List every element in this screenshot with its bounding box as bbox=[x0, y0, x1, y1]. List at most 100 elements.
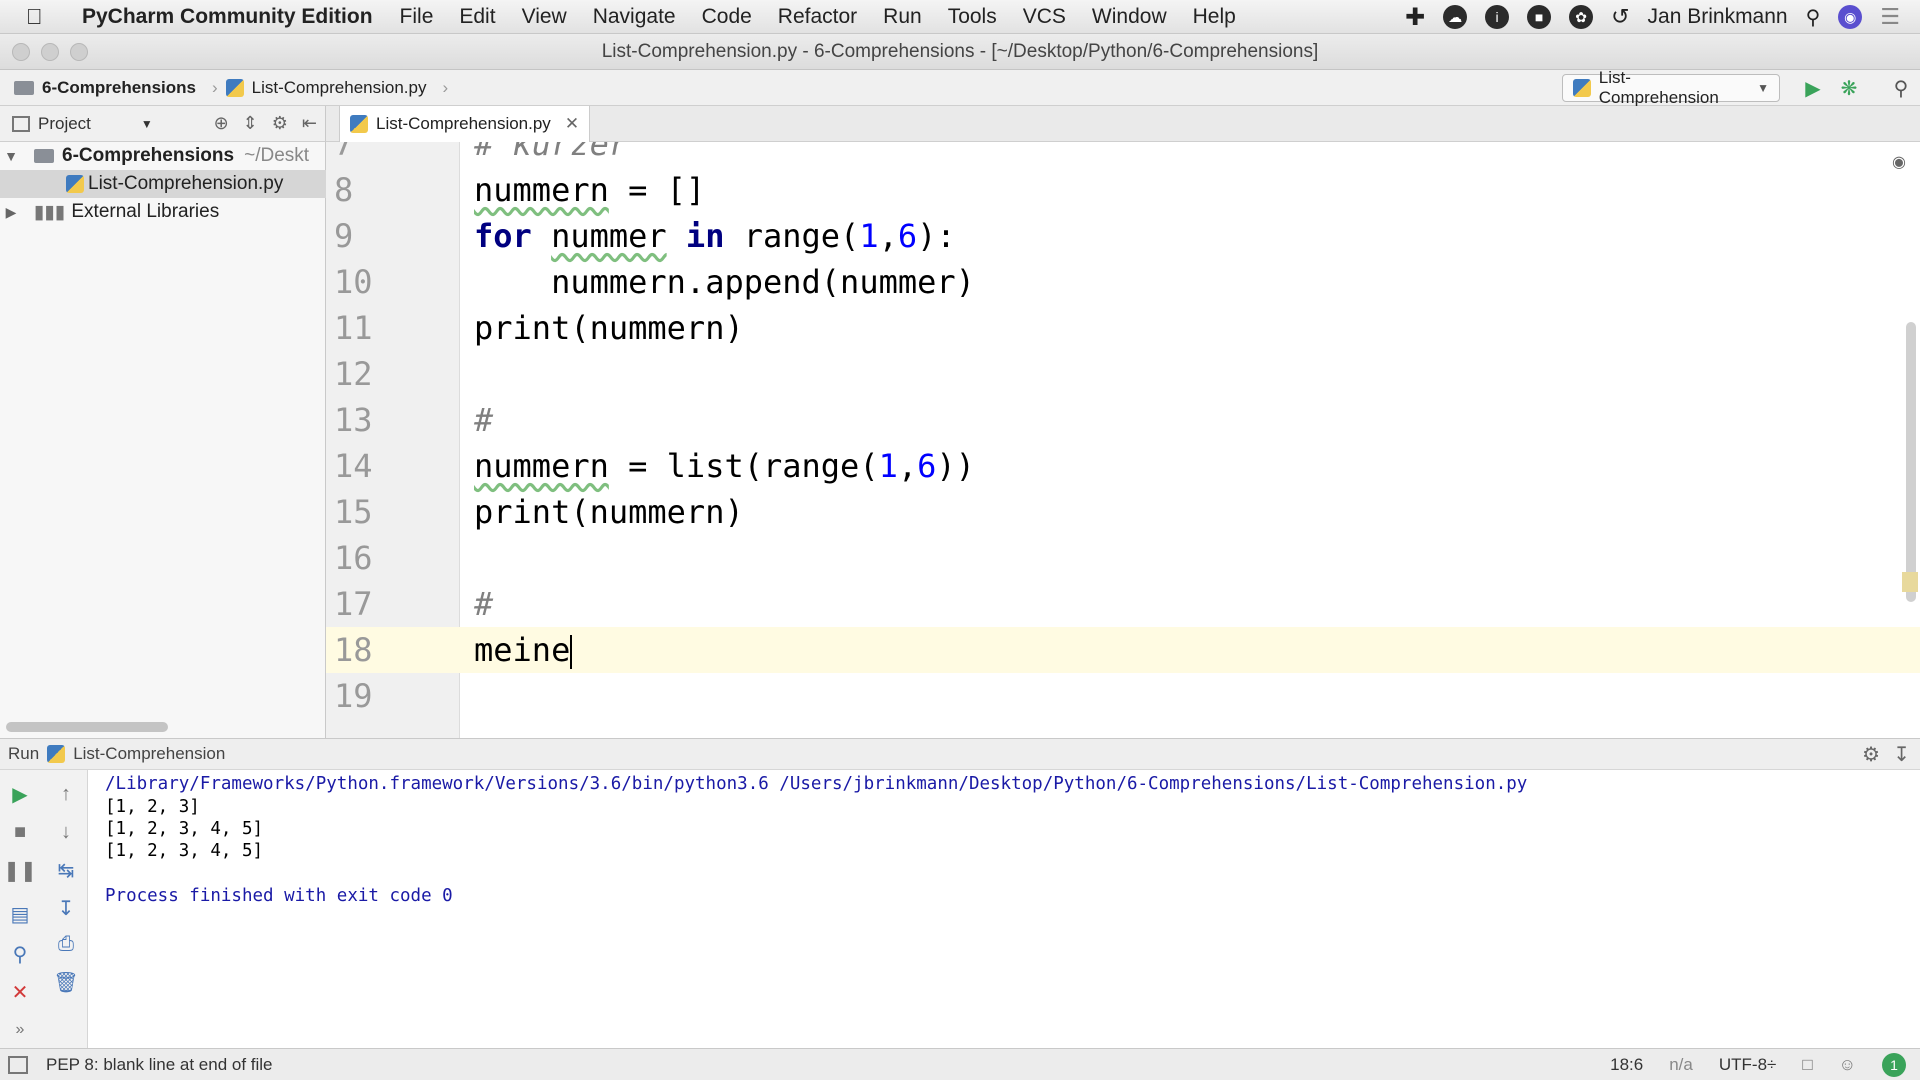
code-variable: nummer bbox=[551, 217, 667, 255]
tool-windows-icon[interactable] bbox=[8, 1055, 28, 1074]
event-log-badge[interactable]: 1 bbox=[1882, 1052, 1906, 1077]
code-text: for nummer in range(1,6): bbox=[460, 217, 956, 255]
more-icon[interactable]: » bbox=[6, 1016, 34, 1044]
breadcrumb-project[interactable]: 6-Comprehensions bbox=[42, 78, 196, 98]
stop-icon[interactable]: ■ bbox=[6, 818, 34, 846]
menu-window[interactable]: Window bbox=[1092, 5, 1167, 29]
menu-navigate[interactable]: Navigate bbox=[593, 5, 676, 29]
code-editor[interactable]: 7 # kurzer 8 nummern = [] 9 for nummer i… bbox=[326, 142, 1920, 738]
line-number: 9 bbox=[334, 217, 354, 255]
lock-icon[interactable]: □ bbox=[1802, 1055, 1812, 1075]
vertical-scrollbar[interactable] bbox=[1906, 322, 1916, 602]
apple-icon[interactable]:  bbox=[26, 4, 60, 30]
menu-refactor[interactable]: Refactor bbox=[778, 5, 857, 29]
rerun-icon[interactable]: ▶ bbox=[6, 780, 34, 808]
notification-center-icon[interactable]: ☰ bbox=[1880, 4, 1900, 30]
zoom-window-button[interactable] bbox=[70, 43, 88, 61]
app-name[interactable]: PyCharm Community Edition bbox=[82, 5, 373, 29]
menu-run[interactable]: Run bbox=[883, 5, 922, 29]
debug-button[interactable]: ❋ bbox=[1836, 75, 1862, 101]
soft-wrap-icon[interactable]: ↹ bbox=[52, 856, 80, 884]
code-line[interactable]: 14 nummern = list(range(1,6)) bbox=[326, 443, 1920, 489]
code-token: range( bbox=[724, 217, 860, 255]
locate-icon[interactable]: ⊕ bbox=[214, 113, 229, 134]
code-line[interactable]: 19 bbox=[326, 673, 1920, 719]
code-line[interactable]: 15 print(nummern) bbox=[326, 489, 1920, 535]
run-button[interactable]: ▶ bbox=[1800, 75, 1826, 101]
line-number: 15 bbox=[334, 493, 373, 531]
user-name[interactable]: Jan Brinkmann bbox=[1648, 5, 1788, 29]
plus-icon[interactable]: ✚ bbox=[1405, 3, 1425, 32]
run-tab[interactable]: Run List-Comprehension bbox=[8, 744, 225, 764]
code-line[interactable]: 10 nummern.append(nummer) bbox=[326, 259, 1920, 305]
tree-item-external-libraries[interactable]: ▶ ▮▮▮ External Libraries bbox=[0, 198, 326, 226]
tree-item-file[interactable]: List-Comprehension.py bbox=[0, 170, 326, 198]
code-line[interactable]: 17 # bbox=[326, 581, 1920, 627]
hide-panel-icon[interactable]: ⇤ bbox=[302, 113, 317, 134]
leaf-icon[interactable]: ✿ bbox=[1569, 5, 1594, 29]
code-token: meine bbox=[474, 631, 571, 669]
pause-icon[interactable]: ❚❚ bbox=[3, 856, 37, 884]
tab-list-comprehension[interactable]: List-Comprehension.py ✕ bbox=[339, 106, 591, 142]
collapse-all-icon[interactable]: ⇕ bbox=[243, 113, 258, 134]
menu-help[interactable]: Help bbox=[1193, 5, 1236, 29]
horizontal-scrollbar[interactable] bbox=[6, 722, 168, 732]
line-separator[interactable]: n/a bbox=[1669, 1055, 1693, 1075]
warning-marker[interactable] bbox=[1902, 572, 1918, 592]
close-window-button[interactable] bbox=[12, 43, 30, 61]
siri-icon[interactable]: ◉ bbox=[1838, 5, 1863, 29]
pin-icon[interactable]: ⚲ bbox=[6, 940, 34, 968]
eye-icon[interactable]: ◉ bbox=[1892, 152, 1906, 172]
arrow-down-icon[interactable]: ↓ bbox=[52, 818, 80, 846]
menubar-status-area: ✚ ☁ i ■ ✿ ↺ Jan Brinkmann ⚲ ◉ ☰ bbox=[1405, 0, 1900, 34]
code-line[interactable]: 13 # bbox=[326, 397, 1920, 443]
status-indicators: 18:6 n/a UTF-8÷ □ ☺ 1 bbox=[1610, 1052, 1906, 1077]
code-number: 6 bbox=[897, 217, 918, 255]
code-line[interactable]: 7 # kurzer bbox=[326, 142, 1920, 167]
macos-menubar:  PyCharm Community Edition File Edit Vi… bbox=[0, 0, 1920, 34]
library-icon: ▮▮▮ bbox=[34, 201, 66, 223]
code-line[interactable]: 9 for nummer in range(1,6): bbox=[326, 213, 1920, 259]
project-view-selector[interactable]: Project ▼ bbox=[12, 114, 153, 134]
gear-icon[interactable]: ⚙ bbox=[1862, 742, 1880, 767]
run-configuration-select[interactable]: List-Comprehension ▼ bbox=[1562, 68, 1780, 107]
scroll-to-end-icon[interactable]: ↧ bbox=[52, 894, 80, 922]
menu-view[interactable]: View bbox=[522, 5, 567, 29]
breadcrumb-file[interactable]: List-Comprehension.py bbox=[252, 78, 427, 98]
menu-code[interactable]: Code bbox=[702, 5, 752, 29]
trash-icon[interactable]: 🗑 bbox=[52, 968, 80, 996]
code-line[interactable]: 11 print(nummern) bbox=[326, 305, 1920, 351]
spotlight-search-icon[interactable]: ⚲ bbox=[1806, 5, 1821, 30]
menu-edit[interactable]: Edit bbox=[459, 5, 495, 29]
search-everywhere-icon[interactable]: ⚲ bbox=[1888, 75, 1914, 101]
minimize-window-button[interactable] bbox=[41, 43, 59, 61]
gear-icon[interactable]: ⚙ bbox=[272, 113, 288, 134]
inspector-icon[interactable]: ☺ bbox=[1839, 1055, 1856, 1075]
expand-arrow-icon[interactable]: ▶ bbox=[0, 204, 22, 221]
time-machine-icon[interactable]: ↺ bbox=[1611, 4, 1629, 30]
layout-icon[interactable]: ▤ bbox=[6, 900, 34, 928]
file-encoding[interactable]: UTF-8÷ bbox=[1719, 1055, 1777, 1075]
arrow-up-icon[interactable]: ↑ bbox=[52, 780, 80, 808]
code-line[interactable]: 8 nummern = [] bbox=[326, 167, 1920, 213]
close-icon[interactable]: ✕ bbox=[6, 978, 34, 1006]
chevron-down-icon: ▼ bbox=[1757, 81, 1769, 95]
code-keyword: in bbox=[685, 217, 725, 255]
print-icon[interactable]: ⎙ bbox=[52, 930, 80, 958]
lock-icon[interactable]: ■ bbox=[1527, 5, 1552, 29]
menu-vcs[interactable]: VCS bbox=[1023, 5, 1066, 29]
caret-position[interactable]: 18:6 bbox=[1610, 1055, 1643, 1075]
code-line[interactable]: 12 bbox=[326, 351, 1920, 397]
tree-item-root[interactable]: ▼ 6-Comprehensions ~/Deskt bbox=[0, 142, 326, 170]
menu-tools[interactable]: Tools bbox=[948, 5, 997, 29]
code-line[interactable]: 16 bbox=[326, 535, 1920, 581]
console-line: Process finished with exit code 0 bbox=[105, 886, 453, 906]
menu-file[interactable]: File bbox=[400, 5, 434, 29]
info-icon[interactable]: i bbox=[1485, 5, 1510, 29]
cloud-icon[interactable]: ☁ bbox=[1443, 5, 1468, 29]
hide-panel-icon[interactable]: ↧ bbox=[1893, 742, 1910, 767]
run-console-output[interactable]: /Library/Frameworks/Python.framework/Ver… bbox=[88, 770, 1920, 1048]
code-line-current[interactable]: 18 meine bbox=[326, 627, 1920, 673]
expand-arrow-icon[interactable]: ▼ bbox=[0, 148, 22, 164]
close-icon[interactable]: ✕ bbox=[565, 114, 579, 134]
